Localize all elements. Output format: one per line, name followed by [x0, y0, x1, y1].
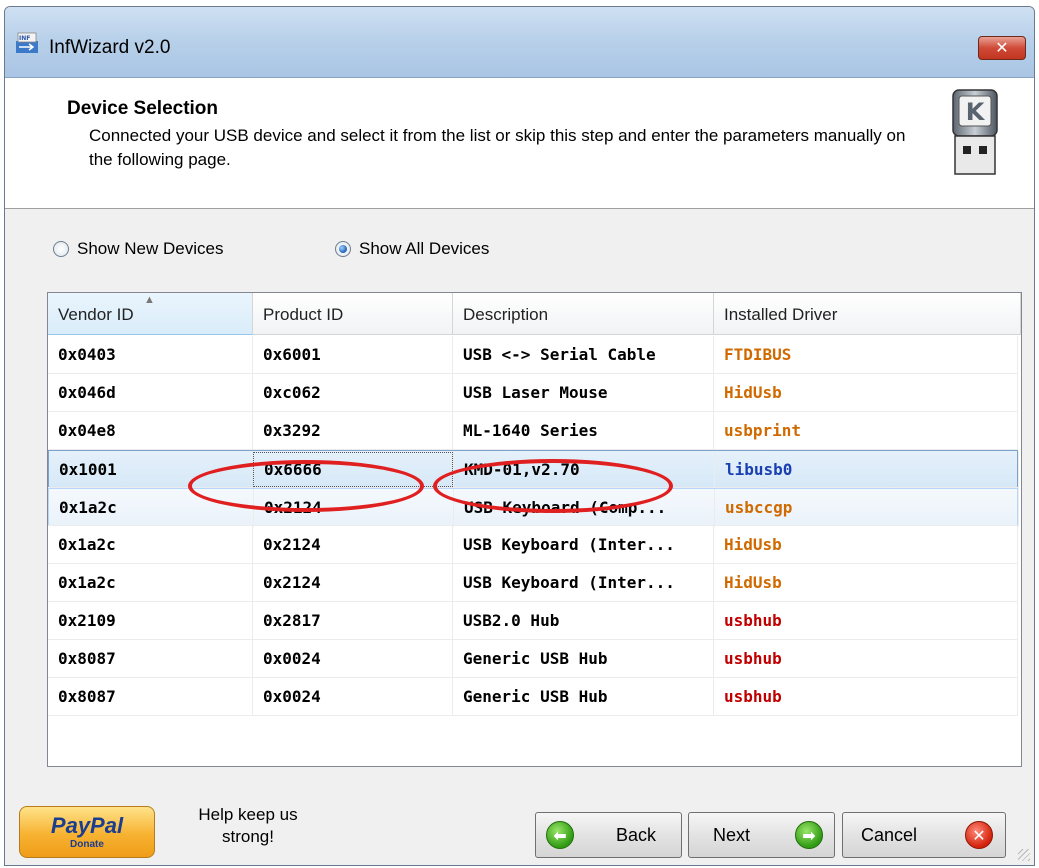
cell-vendor-id: 0x1a2c: [48, 564, 253, 602]
show-all-devices-label: Show All Devices: [359, 239, 490, 258]
usb-icon-letter: K: [966, 98, 986, 126]
show-new-devices-label: Show New Devices: [77, 239, 224, 258]
infwizard-window: INF InfWizard v2.0 ✕ Device Selection Co…: [4, 6, 1035, 866]
table-row[interactable]: 0x8087 0x0024 Generic USB Hub usbhub: [48, 678, 1018, 716]
cell-product-id: 0x0024: [253, 640, 453, 678]
device-list[interactable]: ▲ Vendor ID Product ID Description Insta…: [47, 292, 1022, 767]
table-row[interactable]: 0x1a2c 0x2124 USB Keyboard (Inter... HidUsb: [48, 564, 1018, 602]
table-row[interactable]: 0x046d 0xc062 USB Laser Mouse HidUsb: [48, 374, 1018, 412]
show-new-devices-radio[interactable]: Show New Devices: [53, 239, 223, 259]
show-all-devices-radio[interactable]: Show All Devices: [335, 239, 489, 259]
close-button[interactable]: ✕: [978, 36, 1026, 60]
cell-description: Generic USB Hub: [453, 678, 714, 716]
cell-vendor-id: 0x1a2c: [48, 526, 253, 564]
column-header-vendor-id[interactable]: ▲ Vendor ID: [48, 293, 253, 335]
window-title: InfWizard v2.0: [49, 37, 171, 58]
table-row[interactable]: 0x0403 0x6001 USB <-> Serial Cable FTDIBUS: [48, 336, 1018, 374]
paypal-donate-button[interactable]: PayPal Donate: [19, 806, 155, 858]
next-arrow-icon: ➡: [795, 821, 823, 849]
row-divider: [48, 715, 1018, 716]
cell-installed-driver: usbprint: [714, 412, 1018, 450]
cell-installed-driver: FTDIBUS: [714, 336, 1018, 374]
table-row[interactable]: 0x1a2c 0x2124 USB Keyboard (Inter... HidUsb: [48, 526, 1018, 564]
page-description: Connected your USB device and select it …: [89, 126, 906, 169]
cell-vendor-id: 0x04e8: [48, 412, 253, 450]
next-button[interactable]: Next ➡: [688, 812, 835, 858]
table-row[interactable]: 0x2109 0x2817 USB2.0 Hub usbhub: [48, 602, 1018, 640]
cell-installed-driver: HidUsb: [714, 374, 1018, 412]
column-header-label: Product ID: [263, 305, 344, 324]
app-icon: INF: [16, 32, 38, 53]
cell-vendor-id: 0x2109: [48, 602, 253, 640]
page-title: Device Selection: [67, 98, 219, 119]
cancel-button[interactable]: Cancel ✕: [842, 812, 1006, 858]
column-header-label: Vendor ID: [58, 305, 134, 324]
cell-installed-driver: usbccgp: [715, 489, 1019, 527]
back-button[interactable]: ⬅ Back: [535, 812, 682, 858]
cell-description: USB Keyboard (Inter...: [453, 564, 714, 602]
next-button-label: Next: [713, 825, 751, 845]
cell-description: Generic USB Hub: [453, 640, 714, 678]
sort-ascending-icon: ▲: [144, 294, 155, 306]
red-annotation-ellipse: [433, 459, 673, 513]
table-row[interactable]: 0x04e8 0x3292 ML-1640 Series usbprint: [48, 412, 1018, 450]
cell-product-id: 0x2124: [253, 564, 453, 602]
wizard-footer: PayPal Donate Help keep us strong! ⬅ Bac…: [5, 782, 1034, 865]
wizard-header: Device Selection Connected your USB devi…: [5, 78, 1034, 209]
resize-grip-icon[interactable]: [1018, 849, 1030, 861]
table-row[interactable]: 0x8087 0x0024 Generic USB Hub usbhub: [48, 640, 1018, 678]
cell-vendor-id: 0x046d: [48, 374, 253, 412]
cell-description: ML-1640 Series: [453, 412, 714, 450]
radio-unchecked-icon: [53, 241, 69, 257]
cell-description: USB <-> Serial Cable: [453, 336, 714, 374]
column-header-label: Description: [463, 305, 549, 324]
cancel-icon: ✕: [965, 821, 993, 849]
usb-drive-icon: K: [952, 89, 998, 175]
column-header-label: Installed Driver: [724, 305, 838, 324]
cell-installed-driver: HidUsb: [714, 564, 1018, 602]
cell-product-id: 0x2124: [253, 526, 453, 564]
cell-description: USB Keyboard (Inter...: [453, 526, 714, 564]
cell-vendor-id: 0x8087: [48, 640, 253, 678]
cell-product-id: 0x2817: [253, 602, 453, 640]
cell-description: USB Laser Mouse: [453, 374, 714, 412]
column-header-product-id[interactable]: Product ID: [253, 293, 453, 335]
cell-product-id: 0x6001: [253, 336, 453, 374]
svg-text:INF: INF: [19, 35, 30, 42]
cancel-button-label: Cancel: [861, 825, 918, 845]
column-header-description[interactable]: Description: [453, 293, 714, 335]
cell-installed-driver: usbhub: [714, 640, 1018, 678]
help-text: Help keep us strong!: [198, 805, 298, 846]
title-bar[interactable]: INF InfWizard v2.0 ✕: [5, 7, 1034, 78]
cell-description: USB2.0 Hub: [453, 602, 714, 640]
cell-product-id: 0x3292: [253, 412, 453, 450]
back-button-label: Back: [616, 825, 657, 845]
paypal-logo-text: PayPal: [50, 813, 124, 838]
radio-checked-icon: [335, 241, 351, 257]
cell-installed-driver: libusb0: [715, 451, 1019, 489]
cell-installed-driver: usbhub: [714, 678, 1018, 716]
red-annotation-ellipse: [188, 460, 424, 512]
cell-product-id: 0xc062: [253, 374, 453, 412]
cell-product-id: 0x0024: [253, 678, 453, 716]
paypal-donate-text: Donate: [70, 839, 104, 850]
cell-vendor-id: 0x0403: [48, 336, 253, 374]
back-arrow-icon: ⬅: [546, 821, 574, 849]
column-header-installed-driver[interactable]: Installed Driver: [714, 293, 1021, 335]
cell-installed-driver: usbhub: [714, 602, 1018, 640]
cell-vendor-id: 0x8087: [48, 678, 253, 716]
cell-installed-driver: HidUsb: [714, 526, 1018, 564]
